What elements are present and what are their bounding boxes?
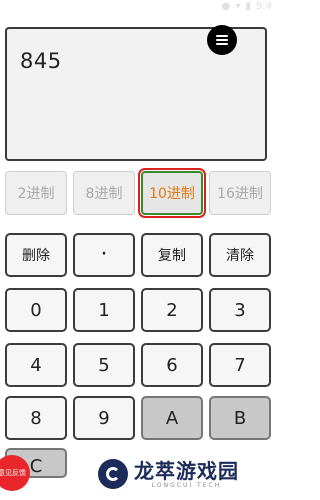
delete-button[interactable]: 删除 bbox=[5, 233, 67, 277]
menu-icon bbox=[216, 35, 228, 45]
watermark-text: 龙萃游戏园 LONGCUI TECH bbox=[134, 460, 239, 489]
base-selector: 2进制 8进制 10进制 16进制 bbox=[0, 168, 276, 218]
copy-button[interactable]: 复制 bbox=[141, 233, 203, 277]
clear-button[interactable]: 清除 bbox=[209, 233, 271, 277]
result-display: 845 bbox=[5, 25, 267, 161]
key-7[interactable]: 7 bbox=[209, 343, 271, 387]
key-9[interactable]: 9 bbox=[73, 396, 135, 440]
dot-button[interactable]: · bbox=[73, 233, 135, 277]
watermark-subtitle: LONGCUI TECH bbox=[151, 481, 222, 489]
key-5[interactable]: 5 bbox=[73, 343, 135, 387]
key-4[interactable]: 4 bbox=[5, 343, 67, 387]
wifi-icon: ▾ bbox=[235, 1, 241, 12]
status-bar: ● ▾ ▮ 9:4 bbox=[0, 0, 276, 14]
feedback-button[interactable]: 意见反馈 bbox=[0, 455, 30, 491]
key-a[interactable]: A bbox=[141, 396, 203, 440]
status-time: 9:4 bbox=[255, 1, 272, 12]
key-1[interactable]: 1 bbox=[73, 288, 135, 332]
key-2[interactable]: 2 bbox=[141, 288, 203, 332]
base-16-button[interactable]: 16进制 bbox=[209, 171, 271, 215]
watermark: 龙萃游戏园 LONGCUI TECH bbox=[98, 448, 276, 500]
battery-icon: ▮ bbox=[245, 1, 251, 12]
key-8[interactable]: 8 bbox=[5, 396, 67, 440]
base-2-button[interactable]: 2进制 bbox=[5, 171, 67, 215]
status-icons: ● ▾ ▮ 9:4 bbox=[222, 1, 272, 12]
base-10-button[interactable]: 10进制 bbox=[138, 168, 206, 218]
key-3[interactable]: 3 bbox=[209, 288, 271, 332]
key-0[interactable]: 0 bbox=[5, 288, 67, 332]
menu-button[interactable] bbox=[207, 25, 237, 55]
key-6[interactable]: 6 bbox=[141, 343, 203, 387]
watermark-title: 龙萃游戏园 bbox=[134, 458, 239, 483]
watermark-logo-icon bbox=[98, 459, 128, 489]
base-8-button[interactable]: 8进制 bbox=[73, 171, 135, 215]
location-icon: ● bbox=[221, 1, 231, 12]
key-b[interactable]: B bbox=[209, 396, 271, 440]
display-value: 845 bbox=[20, 49, 62, 73]
